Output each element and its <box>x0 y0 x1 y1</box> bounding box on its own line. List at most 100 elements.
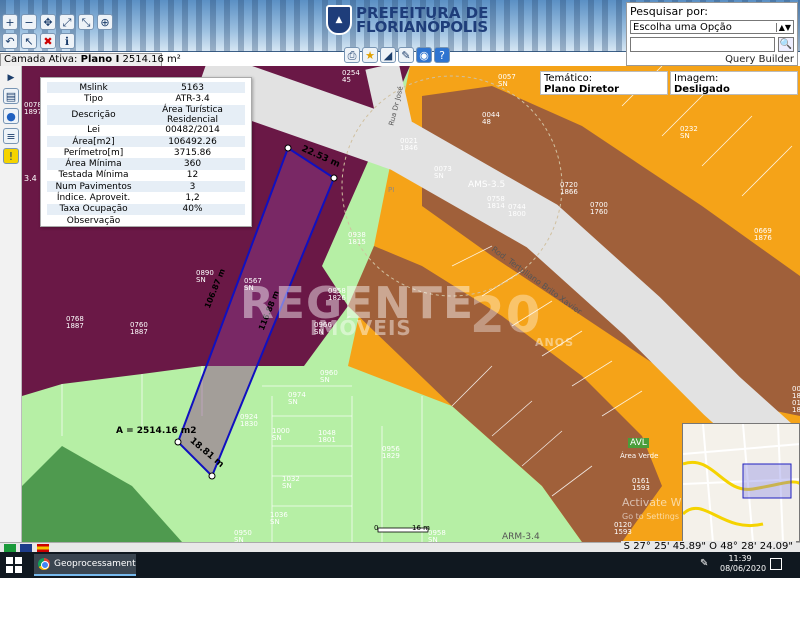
tematico-box[interactable]: Temático: Plano Diretor <box>540 71 668 95</box>
pointer-icon[interactable]: ↖ <box>21 33 37 49</box>
attribute-key: Num Pavimentos <box>55 181 132 192</box>
windows-taskbar: Geoprocessamento... ✎ 11:39 08/06/2020 <box>0 552 800 578</box>
attribute-value: 00482/2014 <box>165 125 220 136</box>
layers-icon[interactable]: ▤ <box>3 88 19 104</box>
expand-arrow-icon[interactable]: ▶ <box>3 70 19 86</box>
lot-number: 1036 SN <box>270 511 288 526</box>
logo-line2: FLORIANÓPOLIS <box>356 18 488 36</box>
attribute-row: Testada Mínima 12 <box>47 170 245 181</box>
info-icon[interactable]: ℹ <box>59 33 75 49</box>
taskbar-date: 08/06/2020 <box>720 564 767 573</box>
uk-flag-icon[interactable] <box>20 544 32 552</box>
lot-number: 0760 1887 <box>130 321 148 336</box>
watermark-anos: ANOS <box>535 336 574 349</box>
edit-icon[interactable]: ✎ <box>398 47 414 63</box>
city-crest-icon: ▲ <box>326 5 352 35</box>
lot-number: 0960 SN <box>320 369 338 384</box>
attribute-row: Índice. Aproveit. 1,2 <box>47 192 245 203</box>
windows-start-icon[interactable] <box>6 557 22 573</box>
overview-extent-box[interactable] <box>742 463 792 499</box>
warning-icon[interactable]: ! <box>3 148 19 164</box>
imagem-box[interactable]: Imagem: Desligado <box>670 71 798 95</box>
lot-number: 1048 1801 <box>318 429 336 444</box>
location-pin-icon[interactable]: ● <box>3 108 19 124</box>
lot-number: 0044 48 <box>482 111 500 126</box>
zoom-window-icon[interactable]: ⊕ <box>97 14 113 30</box>
attribute-key: Área Mínima <box>65 159 122 170</box>
tematico-label: Temático: <box>544 73 593 84</box>
lot-number: 0700 1760 <box>590 201 608 216</box>
attribute-key: Taxa Ocupação <box>59 204 128 215</box>
search-label: Pesquisar por: <box>630 5 708 18</box>
lot-number: 0950 SN <box>234 529 252 543</box>
globe-icon[interactable]: ◉ <box>416 47 432 63</box>
attribute-value: 360 <box>183 159 202 170</box>
attribute-row: Tipo ATR-3.4 <box>47 93 245 104</box>
attribute-key: Perímetro[m] <box>63 147 124 158</box>
lot-number: 0744 1800 <box>508 203 526 218</box>
chrome-icon <box>38 558 50 570</box>
pen-tray-icon[interactable]: ✎ <box>700 558 708 569</box>
search-select-value: Escolha uma Opção <box>633 21 732 33</box>
attribute-row: Observação <box>47 215 245 226</box>
search-type-select[interactable]: Escolha uma Opção ▲▼ <box>630 20 794 34</box>
spain-flag-icon[interactable] <box>37 544 49 552</box>
attribute-row: Área Mínima 360 <box>47 158 245 170</box>
vertex-1[interactable] <box>284 144 292 152</box>
lot-number: 1000 SN <box>272 427 290 442</box>
lot-number: 1032 SN <box>282 475 300 490</box>
vertex-3[interactable] <box>208 472 216 480</box>
attribute-key: Descrição <box>71 109 116 120</box>
attribute-row: Num Pavimentos 3 <box>47 181 245 193</box>
brazil-flag-icon[interactable] <box>4 544 16 552</box>
zoom-previous-icon[interactable]: ↶ <box>2 33 18 49</box>
search-icon[interactable]: 🔍 <box>778 37 794 52</box>
attribute-value: 3 <box>189 181 196 192</box>
search-input[interactable] <box>630 37 776 52</box>
lot-number: 0021 1846 <box>400 137 418 152</box>
print-icon[interactable]: ⎙ <box>344 47 360 63</box>
zoom-in-icon[interactable]: + <box>2 14 18 30</box>
lot-number: 0958 SN <box>428 529 446 543</box>
attribute-row: Taxa Ocupação 40% <box>47 203 245 215</box>
attribute-row: Perímetro[m] 3715.86 <box>47 147 245 158</box>
lot-number: 0768 1887 <box>66 315 84 330</box>
attribute-key: Tipo <box>84 93 103 104</box>
zoom-out-icon[interactable]: − <box>21 14 37 30</box>
imagem-label: Imagem: <box>674 73 719 84</box>
attribute-row: Descrição Área Turística Residencial <box>47 104 245 125</box>
imagem-value: Desligado <box>674 84 730 95</box>
clear-icon[interactable]: ✖ <box>40 33 56 49</box>
watermark-imoveis: IMÓVEIS <box>310 316 412 340</box>
lot-number: 0232 SN <box>680 125 698 140</box>
pan-icon[interactable]: ✥ <box>40 14 56 30</box>
vertex-4[interactable] <box>174 438 182 446</box>
attribute-value: 1,2 <box>185 193 200 204</box>
attribute-value <box>140 215 245 226</box>
chevron-down-icon: ▲▼ <box>775 22 791 32</box>
zone-label-avl-sub: Área Verde <box>620 452 659 460</box>
overview-map[interactable] <box>682 423 800 542</box>
taskbar-clock[interactable]: 11:39 08/06/2020 <box>720 554 767 574</box>
lot-number: 0890 SN <box>196 269 214 284</box>
zoom-extent-icon[interactable]: ⤢ <box>59 14 75 30</box>
watermark-20: 20 <box>470 286 542 344</box>
attribute-value: 12 <box>186 170 199 181</box>
select-icon[interactable]: ⤡ <box>78 14 94 30</box>
active-layer-label: Camada Ativa: <box>4 54 78 65</box>
help-icon[interactable]: ? <box>434 47 450 63</box>
query-builder-link[interactable]: Query Builder <box>630 54 794 65</box>
attribute-key: Testada Mínima <box>58 170 129 181</box>
scale-zero-label: 0 <box>374 524 379 532</box>
active-layer-name: Plano I <box>80 54 120 65</box>
taskbar-time: 11:39 <box>728 554 752 563</box>
lot-number: 0938 1815 <box>348 231 366 246</box>
overview-svg <box>683 424 799 541</box>
measure-icon[interactable]: ◢ <box>380 47 396 63</box>
favorite-icon[interactable]: ★ <box>362 47 378 63</box>
notification-icon[interactable] <box>770 558 782 570</box>
taskbar-chrome-app[interactable]: Geoprocessamento... <box>34 554 136 576</box>
document-icon[interactable]: ≡ <box>3 128 19 144</box>
lot-number: 0669 1876 <box>754 227 772 242</box>
vertex-2[interactable] <box>330 174 338 182</box>
